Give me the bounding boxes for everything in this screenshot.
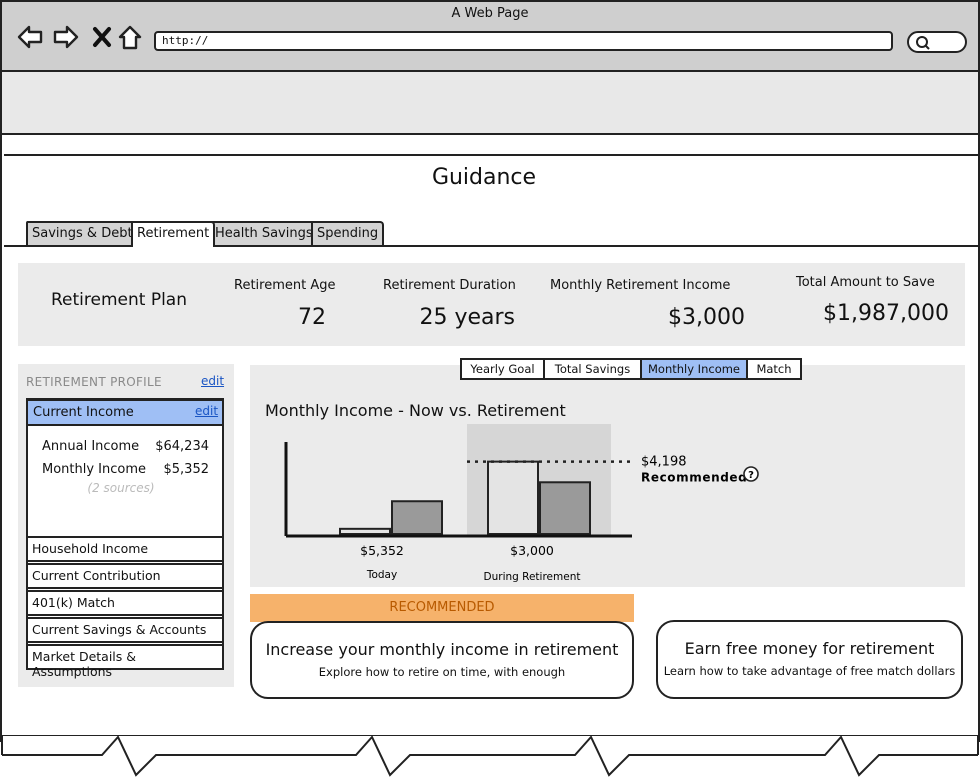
total-save-value: $1,987,000 — [823, 301, 949, 326]
profile-item-market-details[interactable]: Market Details & Assumptions — [26, 644, 224, 679]
card-subtitle: Learn how to take advantage of free matc… — [663, 664, 956, 678]
chart-title: Monthly Income - Now vs. Retirement — [265, 401, 566, 420]
today-category-label: Today — [366, 569, 397, 581]
toolbar-area — [0, 72, 980, 135]
tab-spending[interactable]: Spending — [311, 221, 385, 246]
profile-item-401k-match[interactable]: 401(k) Match — [26, 590, 224, 616]
page-bottom-edge — [0, 735, 980, 777]
home-icon — [118, 25, 142, 50]
recommended-value-label: $4,198 — [641, 455, 687, 470]
tab-savings-debt[interactable]: Savings & Debt — [26, 221, 139, 246]
forward-button[interactable] — [51, 22, 81, 52]
total-save-label: Total Amount to Save — [796, 275, 935, 290]
card-subtitle: Explore how to retire on time, with enou… — [318, 665, 566, 679]
monthly-income-row-value: $5,352 — [163, 462, 210, 477]
view-toggle-yearly-goal[interactable]: Yearly Goal — [460, 358, 545, 380]
retirement-age-label: Retirement Age — [234, 278, 336, 293]
monthly-income-value: $3,000 — [668, 305, 745, 330]
recommendation-card-increase-income[interactable]: Increase your monthly income in retireme… — [250, 621, 634, 699]
monthly-income-chart: $4,198 Recommended ? $5,352 $3,000 Today… — [284, 424, 759, 583]
monthly-income-label: Monthly Retirement Income — [550, 278, 731, 293]
today-value-label: $5,352 — [360, 543, 404, 558]
recommendation-card-free-money[interactable]: Earn free money for retirement Learn how… — [656, 620, 963, 699]
recommended-note: Recommended — [641, 471, 747, 485]
annual-income-value: $64,234 — [155, 439, 209, 454]
retirement-category-label: During Retirement — [484, 571, 581, 583]
search-icon — [916, 36, 930, 50]
retirement-duration-value: 25 years — [419, 305, 515, 330]
tab-health-savings[interactable]: Health Savings — [209, 221, 319, 246]
retirement-value-label: $3,000 — [510, 543, 554, 558]
profile-item-household-income[interactable]: Household Income — [26, 536, 224, 562]
stop-button[interactable] — [87, 22, 117, 52]
home-button[interactable] — [115, 22, 145, 52]
forward-arrow-icon — [53, 25, 79, 49]
current-income-edit-link[interactable]: edit — [195, 404, 218, 418]
current-income-label: Current Income — [33, 405, 134, 420]
profile-edit-link[interactable]: edit — [201, 374, 224, 388]
window-title: A Web Page — [451, 6, 529, 21]
recommended-label: RECOMMENDED — [250, 594, 634, 622]
profile-title: RETIREMENT PROFILE — [26, 375, 162, 389]
view-toggle-total-savings[interactable]: Total Savings — [543, 358, 642, 380]
profile-item-current-contribution[interactable]: Current Contribution — [26, 563, 224, 589]
back-arrow-icon — [17, 25, 43, 49]
monthly-income-row-label: Monthly Income — [42, 462, 147, 477]
bar-retirement-1 — [487, 460, 539, 535]
bar-today-1 — [339, 527, 391, 535]
profile-item-current-savings[interactable]: Current Savings & Accounts — [26, 617, 224, 643]
bar-today-2 — [391, 500, 443, 535]
card-title: Increase your monthly income in retireme… — [265, 640, 619, 659]
svg-text:?: ? — [748, 470, 754, 481]
url-input[interactable]: http:// — [154, 31, 893, 51]
browser-search-button[interactable] — [907, 31, 967, 53]
view-toggle-monthly-income[interactable]: Monthly Income — [640, 358, 748, 380]
card-title: Earn free money for retirement — [684, 639, 935, 658]
view-toggle-match[interactable]: Match — [746, 358, 802, 380]
income-sources-note: (2 sources) — [87, 481, 155, 495]
bar-retirement-2 — [539, 481, 591, 535]
annual-income-label: Annual Income — [42, 439, 140, 454]
page-title: Guidance — [431, 165, 537, 190]
divider — [4, 154, 978, 156]
plan-title: Retirement Plan — [51, 290, 187, 310]
close-icon — [93, 27, 111, 47]
help-icon[interactable]: ? — [743, 466, 759, 482]
retirement-age-value: 72 — [298, 305, 326, 330]
tab-retirement[interactable]: Retirement — [131, 221, 216, 247]
retirement-duration-label: Retirement Duration — [383, 278, 516, 293]
back-button[interactable] — [15, 22, 45, 52]
